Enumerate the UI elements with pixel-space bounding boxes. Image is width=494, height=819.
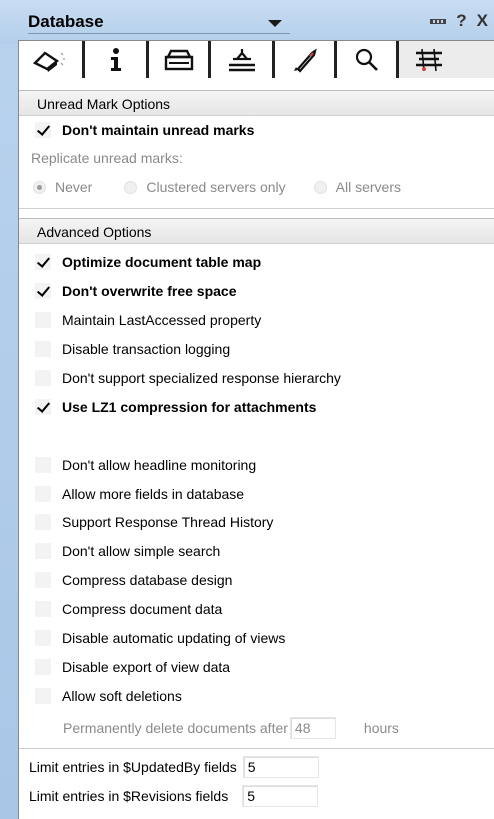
properties-tab-strip [18,40,494,79]
pin-icon[interactable] [430,18,447,24]
dont-overwrite-free-space-checkbox[interactable] [35,283,51,299]
adv-option-row[interactable]: Don't support specialized response hiera… [19,365,341,391]
adv-option-row[interactable]: Disable export of view data [19,654,230,680]
disable-export-view-data-checkbox[interactable] [35,659,51,675]
allow-soft-deletions-checkbox[interactable] [35,688,51,704]
tab-full-text[interactable] [337,41,399,79]
radio-all-servers-dot[interactable] [313,180,327,194]
adv-option-label: Disable automatic updating of views [62,630,286,646]
unread-section-header: Unread Mark Options [19,90,494,116]
adv-option-row[interactable]: Compress database design [19,567,232,593]
adv-option-label: Don't allow simple search [62,543,221,559]
tab-printing[interactable] [149,41,211,79]
replicate-unread-label-row: Replicate unread marks: [19,145,183,171]
adv-option-row[interactable]: Allow more fields in database [19,481,244,507]
replicate-unread-label: Replicate unread marks: [31,150,183,166]
advanced-icon [416,48,442,72]
info-icon [110,48,121,71]
search-icon [355,48,378,71]
radio-never[interactable]: Never [33,179,92,195]
properties-type-dropdown[interactable]: Database [28,12,290,34]
dont-maintain-unread-checkbox[interactable] [35,122,51,138]
properties-type-label: Database [28,12,104,31]
help-button[interactable]: ? [456,11,466,31]
adv-option-label: Optimize document table map [62,254,262,270]
printer-icon [164,49,193,71]
maintain-lastaccessed-checkbox[interactable] [35,312,51,328]
revisions-label: Limit entries in $Revisions fields [29,788,229,804]
adv-option-row[interactable]: Support Response Thread History [19,509,273,535]
replicate-unread-radio-group: Never Clustered servers only All servers [19,174,401,200]
adv-option-row[interactable]: Compress document data [19,596,222,622]
dont-support-response-hierarchy-checkbox[interactable] [35,370,51,386]
disable-transaction-logging-checkbox[interactable] [35,341,51,357]
radio-clustered-label: Clustered servers only [146,179,286,195]
adv-option-label: Don't overwrite free space [62,283,237,299]
radio-all-servers-label: All servers [335,179,401,195]
adv-option-row[interactable]: Optimize document table map [19,249,261,275]
tab-basics[interactable] [19,41,85,79]
radio-clustered[interactable]: Clustered servers only [124,179,286,195]
section-divider [19,208,494,209]
compress-database-design-checkbox[interactable] [35,572,51,588]
allow-more-fields-checkbox[interactable] [35,486,51,502]
adv-option-label: Support Response Thread History [62,514,274,530]
perm-delete-unit: hours [363,720,399,736]
adv-option-label: Allow soft deletions [62,688,182,704]
design-icon [228,49,255,72]
updatedby-row: Limit entries in $UpdatedBy fields 5 [29,754,319,780]
chevron-down-icon [268,20,282,27]
optimize-table-map-checkbox[interactable] [35,254,51,270]
adv-option-label: Don't support specialized response hiera… [62,370,341,386]
adv-option-row[interactable]: Disable transaction logging [19,336,230,362]
radio-never-label: Never [55,179,93,195]
properties-title-bar: Database ? X [0,0,494,44]
radio-all-servers[interactable]: All servers [313,179,401,195]
eraser-icon [32,51,65,72]
adv-option-row[interactable]: Maintain LastAccessed property [19,307,261,333]
tab-design[interactable] [211,41,275,79]
adv-option-label: Disable transaction logging [62,341,231,357]
adv-option-label: Allow more fields in database [62,486,245,502]
dont-maintain-unread-row[interactable]: Don't maintain unread marks [19,117,254,143]
adv-option-label: Compress database design [62,572,233,588]
adv-option-row[interactable]: Disable automatic updating of views [19,625,285,651]
properties-panel: Unread Mark Options Don't maintain unrea… [18,78,494,819]
advanced-section-header: Advanced Options [19,218,494,244]
tab-launch[interactable] [275,41,337,79]
adv-option-label: Disable export of view data [62,659,231,675]
updatedby-input[interactable]: 5 [242,756,319,778]
adv-option-row[interactable]: Use LZ1 compression for attachments [19,394,316,420]
radio-never-dot[interactable] [33,180,46,194]
adv-option-label: Maintain LastAccessed property [62,312,262,328]
perm-delete-label: Permanently delete documents after [63,720,288,736]
radio-clustered-dot[interactable] [124,180,138,194]
updatedby-label: Limit entries in $UpdatedBy fields [29,759,237,775]
revisions-row: Limit entries in $Revisions fields 5 [29,783,319,809]
adv-option-label: Don't allow headline monitoring [62,457,257,473]
tab-info[interactable] [85,41,149,79]
lz1-compression-checkbox[interactable] [35,399,51,415]
disable-auto-update-views-checkbox[interactable] [35,630,51,646]
adv-option-label: Compress document data [62,601,223,617]
revisions-input[interactable]: 5 [242,785,319,807]
adv-option-row[interactable]: Don't allow simple search [19,538,220,564]
section-divider [19,748,494,749]
perm-delete-hours-input[interactable]: 48 [289,717,336,739]
adv-option-label: Use LZ1 compression for attachments [62,399,317,415]
title-controls: ? X [430,10,488,32]
response-thread-history-checkbox[interactable] [35,514,51,530]
rocket-icon [293,48,317,73]
adv-option-row[interactable]: Don't overwrite free space [19,278,237,304]
adv-option-row[interactable]: Allow soft deletions [19,683,182,709]
compress-document-data-checkbox[interactable] [35,601,51,617]
dont-maintain-unread-label: Don't maintain unread marks [62,122,255,138]
perm-delete-row: Permanently delete documents after 48 ho… [63,715,399,741]
close-button[interactable]: X [477,11,488,31]
dont-allow-headline-monitoring-checkbox[interactable] [35,457,51,473]
dont-allow-simple-search-checkbox[interactable] [35,543,51,559]
tab-advanced[interactable] [399,41,494,79]
adv-option-row[interactable]: Don't allow headline monitoring [19,452,256,478]
